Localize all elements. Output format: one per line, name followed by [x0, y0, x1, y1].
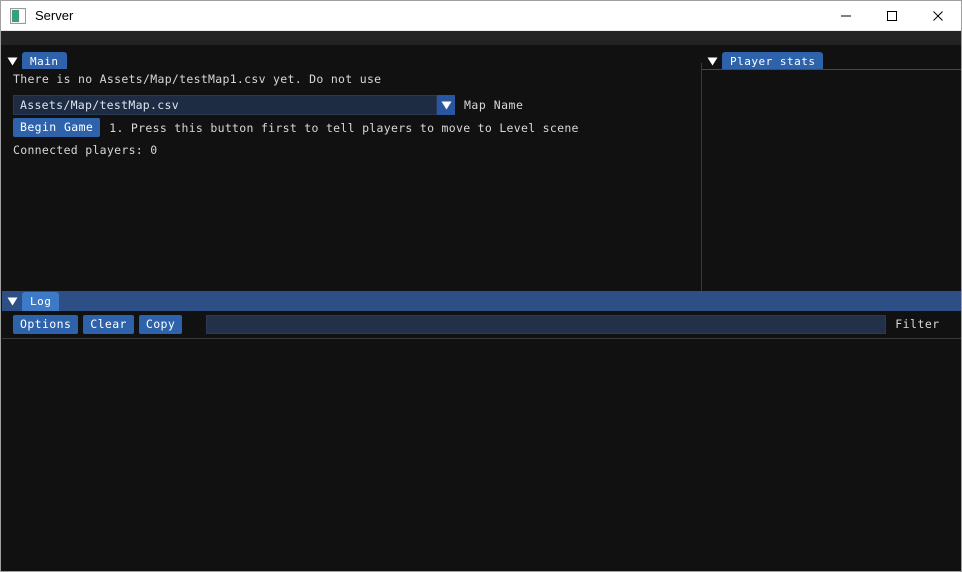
log-filter-input[interactable] — [206, 314, 887, 334]
begin-game-note: 1. Press this button first to tell playe… — [109, 120, 579, 135]
window-controls — [823, 1, 961, 31]
log-panel-body: Options Clear Copy Filter — [2, 311, 961, 571]
map-name-dropdown[interactable]: Assets/Map/testMap.csv — [13, 95, 455, 115]
begin-game-row: Begin Game 1. Press this button first to… — [13, 118, 579, 137]
main-panel-header: Main — [2, 51, 700, 71]
server-window: Server Main Player stats There is no Ass… — [0, 0, 962, 572]
tab-player-stats[interactable]: Player stats — [722, 51, 824, 71]
caret-down-icon[interactable] — [702, 51, 722, 71]
log-panel-header: Log — [2, 291, 961, 311]
maximize-button[interactable] — [869, 1, 915, 31]
caret-down-icon[interactable] — [2, 291, 22, 311]
log-copy-button[interactable]: Copy — [138, 314, 183, 334]
toolbar-gap-band — [1, 31, 961, 45]
dropdown-arrow-icon[interactable] — [437, 95, 455, 115]
map-name-label: Map Name — [464, 98, 524, 112]
close-button[interactable] — [915, 1, 961, 31]
minimize-button[interactable] — [823, 1, 869, 31]
tab-main[interactable]: Main — [22, 51, 67, 71]
connected-players-count: Connected players: 0 — [13, 143, 158, 157]
map-name-dropdown-value[interactable]: Assets/Map/testMap.csv — [13, 95, 437, 115]
log-filter-label: Filter — [895, 317, 940, 331]
log-entries-list[interactable] — [2, 339, 961, 571]
player-stats-panel-body — [702, 70, 961, 289]
begin-game-button[interactable]: Begin Game — [13, 118, 101, 137]
window-title: Server — [35, 8, 74, 23]
info-message: There is no Assets/Map/testMap1.csv yet.… — [13, 72, 382, 86]
main-panel-body: There is no Assets/Map/testMap1.csv yet.… — [2, 69, 700, 289]
log-clear-button[interactable]: Clear — [83, 314, 134, 334]
title-bar: Server — [1, 1, 961, 31]
log-options-button[interactable]: Options — [13, 314, 79, 334]
log-toolbar: Options Clear Copy Filter — [2, 311, 961, 337]
app-window-icon — [10, 7, 26, 24]
tab-log[interactable]: Log — [22, 291, 60, 311]
player-stats-panel-header: Player stats — [702, 51, 961, 71]
caret-down-icon[interactable] — [2, 51, 22, 71]
